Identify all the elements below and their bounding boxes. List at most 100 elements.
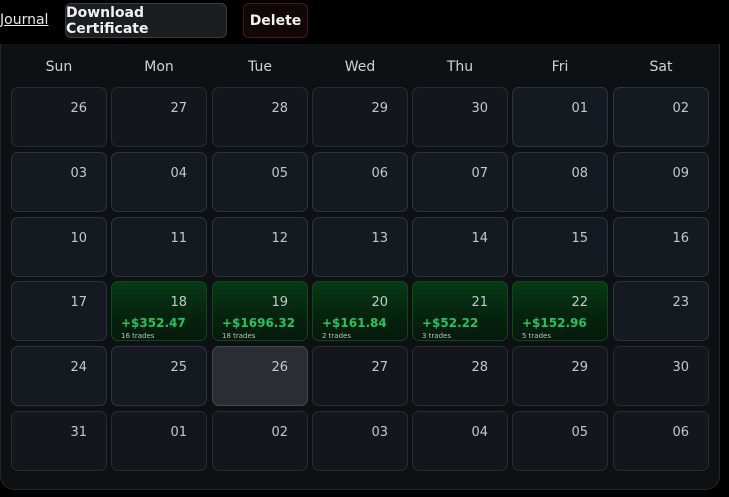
day-number: 30 [672,360,689,375]
day-number: 19 [271,295,288,310]
calendar-day-cell[interactable]: 02 [613,87,709,147]
day-number: 28 [471,360,488,375]
weekday-fri: Fri [551,59,569,75]
day-trade-count: 18 trades [222,332,256,340]
day-number: 21 [471,295,488,310]
day-number: 24 [70,360,87,375]
top-toolbar: Journal Download Certificate Delete [0,0,729,44]
weekday-sun: Sun [45,59,73,75]
day-number: 18 [170,295,187,310]
day-trade-count: 16 trades [121,332,155,340]
day-number: 05 [271,166,288,181]
day-number: 12 [271,231,288,246]
calendar-day-cell[interactable]: 26 [11,87,107,147]
day-number: 17 [70,295,87,310]
journal-link[interactable]: Journal [0,12,48,28]
calendar-day-cell[interactable]: 03 [11,152,107,212]
day-number: 03 [70,166,87,181]
day-number: 20 [371,295,388,310]
day-number: 28 [271,101,288,116]
delete-button[interactable]: Delete [243,3,308,38]
calendar-day-cell[interactable]: 07 [412,152,508,212]
day-number: 03 [371,425,388,440]
download-certificate-button[interactable]: Download Certificate [65,3,227,38]
day-number: 04 [170,166,187,181]
day-number: 26 [271,360,288,375]
calendar-day-cell[interactable]: 21 +$52.22 3 trades [412,281,508,341]
day-number: 29 [371,101,388,116]
day-pnl: +$52.22 [422,316,479,330]
day-number: 06 [371,166,388,181]
calendar-day-cell[interactable]: 31 [11,411,107,471]
calendar-day-cell[interactable]: 29 [512,346,608,406]
day-trade-count: 3 trades [422,332,451,340]
calendar-day-cell[interactable]: 06 [312,152,408,212]
day-number: 27 [170,101,187,116]
calendar-day-cell[interactable]: 05 [512,411,608,471]
calendar-day-cell[interactable]: 26 [212,346,308,406]
day-number: 10 [70,231,87,246]
weekday-mon: Mon [144,59,174,75]
day-number: 15 [571,231,588,246]
calendar-day-cell[interactable]: 19 +$1696.32 18 trades [212,281,308,341]
calendar-day-cell[interactable]: 04 [412,411,508,471]
calendar-day-cell[interactable]: 28 [212,87,308,147]
calendar-day-cell[interactable]: 08 [512,152,608,212]
calendar-day-cell[interactable]: 24 [11,346,107,406]
day-number: 09 [672,166,689,181]
calendar-day-cell[interactable]: 04 [111,152,207,212]
calendar-day-cell[interactable]: 22 +$152.96 5 trades [512,281,608,341]
calendar-day-cell[interactable]: 18 +$352.47 16 trades [111,281,207,341]
day-number: 04 [471,425,488,440]
calendar-day-cell[interactable]: 30 [412,87,508,147]
day-number: 02 [271,425,288,440]
day-number: 07 [471,166,488,181]
calendar-day-cell[interactable]: 02 [212,411,308,471]
day-pnl: +$352.47 [121,316,186,330]
calendar-day-cell[interactable]: 14 [412,217,508,277]
calendar-day-cell[interactable]: 05 [212,152,308,212]
day-number: 01 [571,101,588,116]
day-number: 25 [170,360,187,375]
calendar-day-cell[interactable]: 17 [11,281,107,341]
calendar-day-cell[interactable]: 15 [512,217,608,277]
day-pnl: +$152.96 [522,316,587,330]
weekday-thu: Thu [446,59,474,75]
calendar-day-cell[interactable]: 25 [111,346,207,406]
calendar-day-cell[interactable]: 12 [212,217,308,277]
day-number: 06 [672,425,689,440]
calendar-day-cell[interactable]: 27 [312,346,408,406]
calendar-day-cell[interactable]: 30 [613,346,709,406]
calendar-day-cell[interactable]: 01 [512,87,608,147]
calendar-day-cell[interactable]: 06 [613,411,709,471]
calendar-day-cell[interactable]: 23 [613,281,709,341]
day-number: 23 [672,295,689,310]
calendar-day-cell[interactable]: 28 [412,346,508,406]
day-number: 14 [471,231,488,246]
weekday-sat: Sat [649,59,673,75]
calendar-day-cell[interactable]: 20 +$161.84 2 trades [312,281,408,341]
day-number: 31 [70,425,87,440]
calendar-day-cell[interactable]: 03 [312,411,408,471]
day-trade-count: 2 trades [322,332,351,340]
calendar-day-cell[interactable]: 13 [312,217,408,277]
calendar-day-cell[interactable]: 09 [613,152,709,212]
day-number: 29 [571,360,588,375]
day-number: 13 [371,231,388,246]
day-trade-count: 5 trades [522,332,551,340]
day-number: 26 [70,101,87,116]
calendar-day-cell[interactable]: 11 [111,217,207,277]
calendar-day-cell[interactable]: 29 [312,87,408,147]
day-number: 27 [371,360,388,375]
calendar-day-cell[interactable]: 10 [11,217,107,277]
calendar-day-cell[interactable]: 27 [111,87,207,147]
day-number: 08 [571,166,588,181]
day-number: 05 [571,425,588,440]
calendar-day-cell[interactable]: 01 [111,411,207,471]
day-number: 02 [672,101,689,116]
calendar-day-cell[interactable]: 16 [613,217,709,277]
day-pnl: +$1696.32 [222,316,296,330]
weekday-tue: Tue [248,59,272,75]
day-number: 30 [471,101,488,116]
day-number: 16 [672,231,689,246]
